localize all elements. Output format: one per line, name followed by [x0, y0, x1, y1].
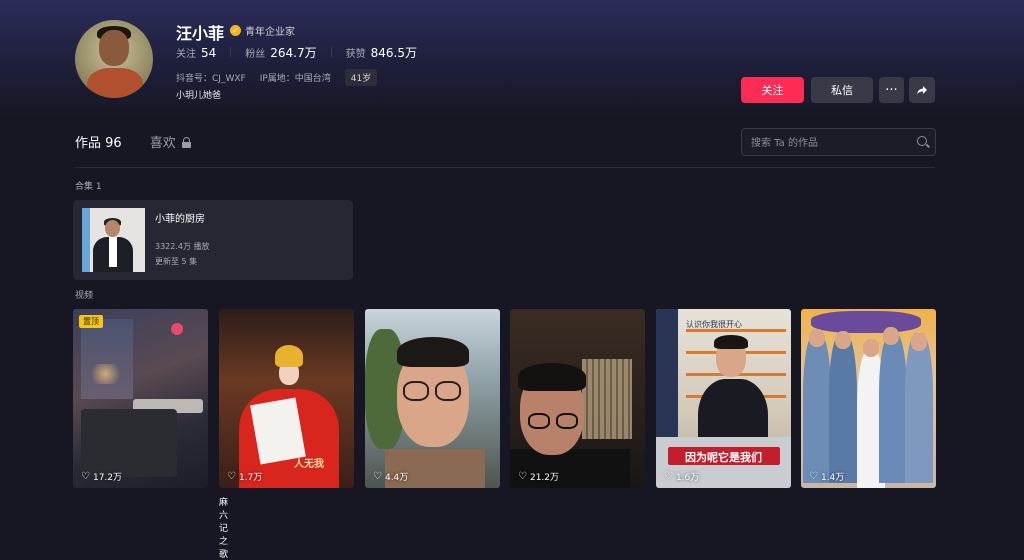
stat-label: 关注 — [176, 49, 196, 60]
divider — [230, 47, 232, 57]
collection-title: 小菲的厨房 — [155, 214, 205, 225]
divider — [330, 47, 332, 57]
videos-label: 视频 — [75, 291, 94, 301]
likes-count: 1.7万 — [238, 473, 263, 483]
video-card[interactable]: ♡ 1.4万 — [801, 309, 936, 488]
heart-icon: ♡ — [227, 471, 236, 482]
badge-label: 青年企业家 — [245, 27, 295, 38]
profile-stats: 关注 54 粉丝 264.7万 获赞 846.5万 — [176, 44, 417, 61]
stat-value: 54 — [201, 46, 217, 60]
search-box — [741, 128, 936, 156]
lock-icon — [181, 136, 191, 148]
video-card[interactable]: 置顶 ♡ 17.2万 — [73, 309, 208, 488]
video-top-text: 认识你我很开心 — [686, 320, 742, 329]
message-button[interactable]: 私信 — [811, 77, 873, 103]
stat-label: 粉丝 — [245, 49, 266, 60]
video-likes: ♡ 4.4万 — [373, 470, 408, 483]
stat-likes: 获赞 846.5万 — [346, 44, 417, 61]
video-likes: ♡ 1.6万 — [664, 470, 699, 483]
heart-icon: ♡ — [809, 471, 818, 482]
pinned-badge: 置顶 — [79, 315, 103, 328]
tab-works[interactable]: 作品 96 — [75, 132, 122, 151]
video-card[interactable]: 人无我 ♡ 1.7万 — [219, 309, 354, 488]
profile-meta: 抖音号：CJ_WXF IP属地：中国台湾 41岁 — [176, 69, 378, 86]
heart-icon: ♡ — [664, 471, 673, 482]
profile-name: 汪小菲 — [176, 24, 225, 43]
stat-value: 264.7万 — [270, 46, 317, 60]
avatar[interactable] — [75, 20, 153, 98]
tab-likes[interactable]: 喜欢 — [150, 132, 191, 151]
video-likes: ♡ 1.4万 — [809, 470, 844, 483]
heart-icon: ♡ — [81, 471, 90, 482]
search-input[interactable] — [749, 134, 913, 152]
tab-likes-label: 喜欢 — [149, 136, 176, 151]
collection-updated: 更新至 5 集 — [155, 257, 198, 266]
collection-thumbnail — [82, 208, 145, 272]
verified-icon: ✓ — [230, 25, 241, 36]
video-likes: ♡ 1.7万 — [227, 470, 262, 483]
profile-tabs: 作品 96 喜欢 — [75, 132, 191, 151]
share-button[interactable] — [909, 77, 935, 103]
likes-count: 4.4万 — [384, 473, 409, 483]
follow-button[interactable]: 关注 — [741, 77, 804, 103]
video-likes: ♡ 21.2万 — [518, 470, 559, 483]
video-likes: ♡ 17.2万 — [81, 470, 122, 483]
video-overlay-text: 人无我 — [294, 459, 324, 470]
video-card[interactable]: ♡ 4.4万 — [365, 309, 500, 488]
ip-location: IP属地：中国台湾 — [259, 74, 331, 84]
profile-bio: 小玥儿她爸 — [176, 91, 222, 101]
likes-count: 1.6万 — [675, 473, 700, 483]
video-card[interactable]: ♡ 21.2万 — [510, 309, 645, 488]
share-icon — [917, 86, 927, 95]
likes-count: 1.4万 — [820, 473, 845, 483]
more-button[interactable]: ··· — [879, 77, 904, 103]
collection-plays: 3322.4万 播放 — [155, 242, 210, 251]
verified-badge: ✓ 青年企业家 — [230, 23, 295, 38]
stat-value: 846.5万 — [370, 46, 417, 60]
stat-following[interactable]: 关注 54 — [176, 45, 216, 60]
likes-count: 21.2万 — [529, 473, 560, 483]
search-icon[interactable] — [917, 136, 927, 146]
age-tag: 41岁 — [344, 69, 378, 86]
video-caption[interactable]: 麻六记之歌 — [219, 495, 228, 560]
likes-count: 17.2万 — [92, 473, 123, 483]
heart-icon: ♡ — [373, 471, 382, 482]
video-overlay-text: 因为呢它是我们 — [685, 451, 762, 464]
collection-card[interactable]: 小菲的厨房 3322.4万 播放 更新至 5 集 — [73, 200, 353, 280]
divider — [75, 167, 935, 168]
video-card[interactable]: 认识你我很开心 因为呢它是我们 ♡ 1.6万 — [656, 309, 791, 488]
stat-followers[interactable]: 粉丝 264.7万 — [245, 44, 316, 61]
heart-icon: ♡ — [518, 471, 527, 482]
douyin-id: 抖音号：CJ_WXF — [176, 74, 246, 84]
collections-label: 合集 1 — [75, 182, 102, 192]
stat-label: 获赞 — [345, 49, 366, 60]
